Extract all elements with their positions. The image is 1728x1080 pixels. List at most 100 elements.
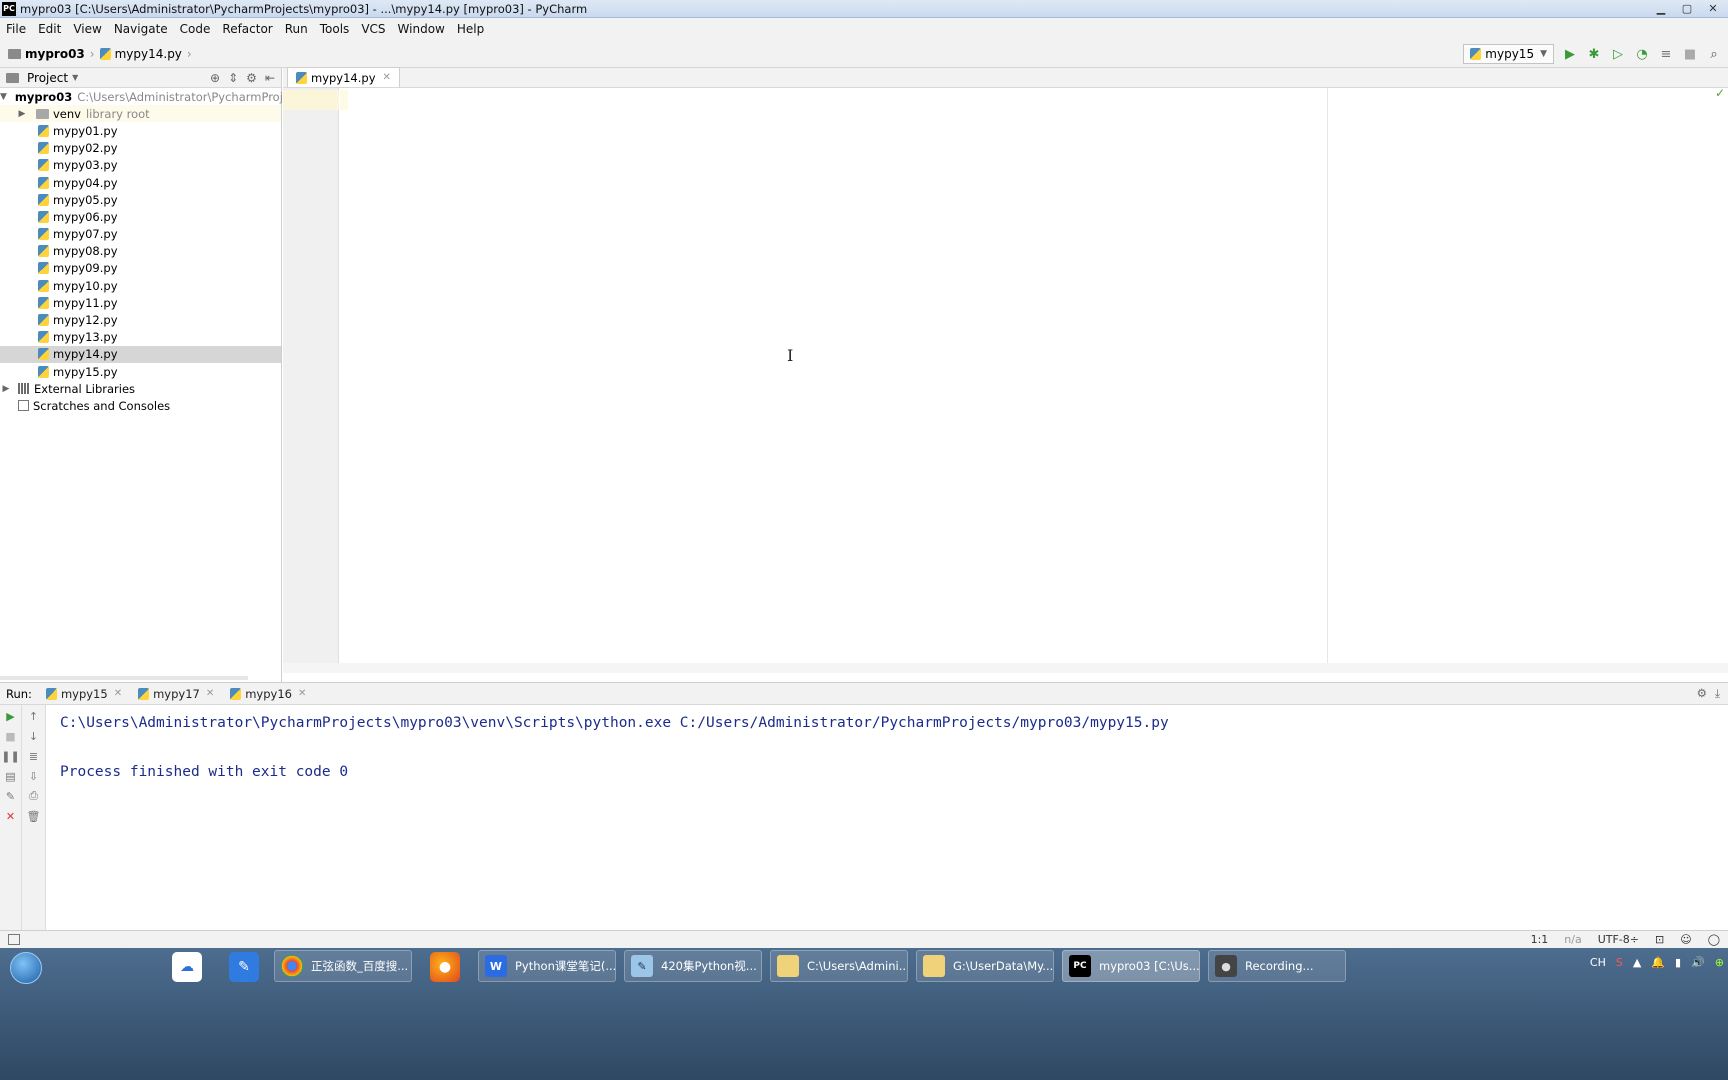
horizontal-scrollbar[interactable]: [0, 676, 248, 680]
coverage-icon[interactable]: ▷: [1610, 46, 1626, 62]
gear-icon[interactable]: ⚙: [1697, 686, 1707, 701]
close-tab-icon[interactable]: ✕: [298, 688, 306, 699]
breadcrumb-file[interactable]: mypy14.py: [115, 47, 182, 61]
taskbar-item-pycharm[interactable]: PC mypro03 [C:\Us...: [1062, 950, 1200, 982]
restore-layout-icon[interactable]: ▤: [4, 769, 18, 783]
close-tab-icon[interactable]: ✕: [114, 688, 122, 699]
tree-item-file[interactable]: mypy05.py: [0, 191, 281, 208]
menu-view[interactable]: View: [67, 22, 107, 36]
line-separator[interactable]: n/a: [1564, 933, 1581, 946]
network-icon[interactable]: ▮: [1675, 956, 1681, 969]
menu-edit[interactable]: Edit: [32, 22, 67, 36]
taskbar-item-wps[interactable]: W Python课堂笔记(...: [478, 950, 616, 982]
security-icon[interactable]: ⊕: [1715, 956, 1724, 969]
close-tab-icon[interactable]: ✕: [206, 688, 214, 699]
taskbar-item-notepad[interactable]: ✎ 420集Python视...: [624, 950, 762, 982]
taskbar-item-browser[interactable]: 正弦函数_百度搜...: [274, 950, 412, 982]
chevron-right-icon[interactable]: ▶: [16, 109, 28, 119]
close-icon[interactable]: ✕: [1700, 0, 1726, 16]
menu-code[interactable]: Code: [174, 22, 217, 36]
pause-icon[interactable]: ❚❚: [1, 749, 19, 763]
run-configuration-select[interactable]: mypy15 ▼: [1463, 44, 1554, 64]
tree-item-file[interactable]: mypy02.py: [0, 140, 281, 157]
project-view-select[interactable]: Project ▼: [6, 71, 78, 85]
tree-item-file[interactable]: mypy11.py: [0, 294, 281, 311]
taskbar-item-recorder[interactable]: ● Recording...: [1208, 950, 1346, 982]
editor-tab[interactable]: mypy14.py ✕: [287, 67, 400, 87]
inspection-ok-icon[interactable]: ✓: [1715, 86, 1725, 100]
close-icon[interactable]: ✕: [4, 809, 18, 823]
soft-wrap-icon[interactable]: ≣: [27, 749, 41, 763]
run-tab-mypy16[interactable]: mypy16 ✕: [230, 687, 306, 701]
tree-item-file[interactable]: mypy12.py: [0, 311, 281, 328]
tree-item-file[interactable]: mypy13.py: [0, 329, 281, 346]
lock-icon[interactable]: ⊡: [1655, 933, 1664, 946]
taskbar-item-explorer-1[interactable]: C:\Users\Admini...: [770, 950, 908, 982]
pin-icon[interactable]: ✎: [4, 789, 18, 803]
show-hidden-icons-icon[interactable]: ▲: [1633, 956, 1641, 969]
volume-icon[interactable]: 🔊: [1691, 956, 1705, 969]
menu-tools[interactable]: Tools: [314, 22, 356, 36]
locate-icon[interactable]: ⊕: [210, 71, 220, 85]
tree-item-scratches[interactable]: Scratches and Consoles: [0, 397, 281, 414]
caret-position[interactable]: 1:1: [1531, 933, 1549, 946]
arrow-up-icon[interactable]: ↑: [27, 709, 41, 723]
tree-item-file[interactable]: mypy15.py: [0, 363, 281, 380]
file-encoding[interactable]: UTF-8÷: [1598, 933, 1639, 946]
menu-navigate[interactable]: Navigate: [108, 22, 174, 36]
menu-file[interactable]: File: [0, 22, 32, 36]
hide-icon[interactable]: ⇤: [265, 71, 275, 85]
debug-icon[interactable]: ✱: [1586, 46, 1602, 62]
console-output[interactable]: C:\Users\Administrator\PycharmProjects\m…: [60, 711, 1169, 785]
hide-icon[interactable]: ⤓: [1715, 686, 1720, 701]
baidu-netdisk-icon[interactable]: ☁: [172, 952, 202, 982]
code-area[interactable]: [340, 88, 1728, 663]
menu-run[interactable]: Run: [279, 22, 314, 36]
profile-icon[interactable]: ◔: [1634, 46, 1650, 62]
tree-item-file[interactable]: mypy10.py: [0, 277, 281, 294]
gear-icon[interactable]: ⚙: [246, 71, 257, 85]
chevron-down-icon[interactable]: ▼: [0, 92, 7, 102]
run-tab-mypy15[interactable]: mypy15 ✕: [45, 687, 122, 701]
run-icon[interactable]: ▶: [1562, 46, 1578, 62]
trash-icon[interactable]: 🗑: [27, 809, 41, 823]
menu-refactor[interactable]: Refactor: [216, 22, 278, 36]
inspector-icon[interactable]: ☺: [1680, 933, 1691, 946]
print-icon[interactable]: ⎙: [27, 789, 41, 803]
tree-item-file[interactable]: mypy03.py: [0, 157, 281, 174]
tree-item-file[interactable]: mypy07.py: [0, 226, 281, 243]
start-button[interactable]: [4, 948, 48, 988]
notification-icon[interactable]: 🔔: [1651, 956, 1665, 969]
tree-item-file[interactable]: mypy09.py: [0, 260, 281, 277]
firefox-icon[interactable]: ●: [430, 952, 460, 982]
maximize-icon[interactable]: ▢: [1674, 0, 1700, 16]
menu-vcs[interactable]: VCS: [355, 22, 391, 36]
stop-icon[interactable]: ■: [1682, 46, 1698, 62]
tool-windows-icon[interactable]: [8, 934, 20, 945]
tree-item-file[interactable]: mypy06.py: [0, 208, 281, 225]
search-icon[interactable]: ⌕: [1706, 46, 1722, 62]
close-tab-icon[interactable]: ✕: [383, 72, 391, 83]
taskbar-item-explorer-2[interactable]: G:\UserData\My...: [916, 950, 1054, 982]
tree-item-file[interactable]: mypy04.py: [0, 174, 281, 191]
chevron-right-icon[interactable]: ▶: [0, 384, 12, 394]
build-icon[interactable]: ≡: [1658, 46, 1674, 62]
collapse-icon[interactable]: ⇕: [228, 71, 238, 85]
tree-item-file[interactable]: mypy14.py: [0, 345, 281, 363]
rerun-icon[interactable]: ▶: [4, 709, 18, 723]
stop-icon[interactable]: ■: [4, 729, 18, 743]
scroll-to-end-icon[interactable]: ⇩: [27, 769, 41, 783]
tree-root[interactable]: ▼ mypro03 C:\Users\Administrator\Pycharm…: [0, 88, 322, 106]
tree-item-external-libraries[interactable]: ▶ External Libraries: [0, 380, 281, 397]
arrow-down-icon[interactable]: ↓: [27, 729, 41, 743]
run-tab-mypy17[interactable]: mypy17 ✕: [138, 687, 214, 701]
notes-icon[interactable]: ✎: [229, 952, 259, 982]
tree-item-venv[interactable]: ▶ venv library root: [0, 105, 281, 123]
tree-item-file[interactable]: mypy08.py: [0, 243, 281, 260]
menu-help[interactable]: Help: [451, 22, 490, 36]
minimize-icon[interactable]: ▁: [1648, 0, 1674, 16]
breadcrumb-project[interactable]: mypro03: [25, 47, 85, 61]
tree-item-file[interactable]: mypy01.py: [0, 122, 281, 139]
menu-window[interactable]: Window: [392, 22, 451, 36]
ime-icon[interactable]: S: [1616, 956, 1623, 969]
